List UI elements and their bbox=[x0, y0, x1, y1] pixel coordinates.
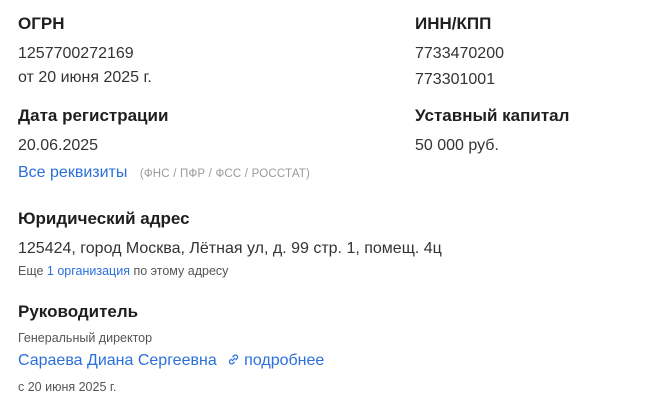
address-more-row: Еще 1 организация по этому адресу bbox=[18, 264, 228, 278]
director-name-link[interactable]: Сараева Диана Сергеевна bbox=[18, 352, 217, 369]
capital-label: Уставный капитал bbox=[415, 106, 570, 125]
requisites-note: (ФНС / ПФР / ФСС / РОССТАТ) bbox=[139, 168, 311, 180]
capital-value: 50 000 руб. bbox=[415, 137, 499, 154]
ogrn-number: 1257700272169 bbox=[18, 45, 134, 62]
legal-address-label: Юридический адрес bbox=[18, 209, 190, 228]
inn-kpp-label: ИНН/КПП bbox=[415, 14, 492, 33]
link-icon bbox=[229, 354, 239, 365]
legal-address-value: 125424, город Москва, Лётная ул, д. 99 с… bbox=[18, 240, 442, 257]
director-details-link[interactable]: подробнее bbox=[227, 352, 324, 369]
address-more-prefix: Еще bbox=[18, 264, 44, 278]
kpp-value: 773301001 bbox=[415, 71, 496, 88]
address-more-suffix: по этому адресу bbox=[133, 264, 229, 278]
director-label: Руководитель bbox=[18, 302, 139, 321]
director-row: Сараева Диана Сергеевна подробнее bbox=[18, 352, 324, 370]
director-position: Генеральный директор bbox=[18, 331, 153, 345]
inn-value: 7733470200 bbox=[415, 45, 504, 62]
director-since: с 20 июня 2025 г. bbox=[18, 380, 117, 394]
ogrn-date: от 20 июня 2025 г. bbox=[18, 69, 152, 86]
requisites-row: Все реквизиты (ФНС / ПФР / ФСС / РОССТАТ… bbox=[18, 164, 310, 182]
address-organizations-link[interactable]: 1 организация bbox=[47, 264, 130, 278]
director-details-label: подробнее bbox=[244, 352, 325, 369]
all-requisites-link[interactable]: Все реквизиты bbox=[18, 164, 127, 181]
registration-date-label: Дата регистрации bbox=[18, 106, 169, 125]
ogrn-label: ОГРН bbox=[18, 14, 65, 33]
registration-date-value: 20.06.2025 bbox=[18, 137, 99, 154]
